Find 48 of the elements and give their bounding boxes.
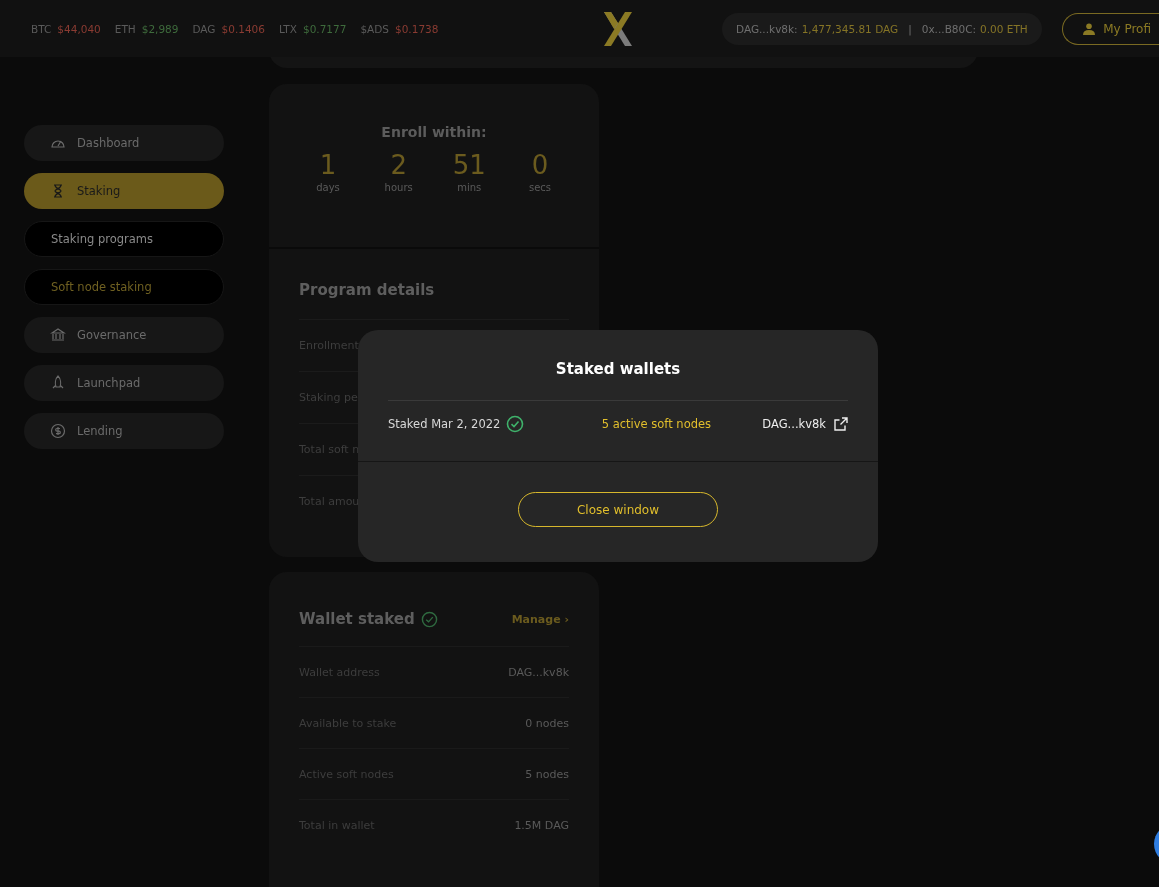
- ticker-price: $0.7177: [302, 22, 347, 35]
- detail-value: 5 nodes: [525, 767, 569, 781]
- rocket-icon: [50, 375, 66, 391]
- modal-title: Staked wallets: [388, 360, 848, 401]
- sidebar-item[interactable]: Dashboard: [24, 125, 224, 161]
- sidebar-item[interactable]: Launchpad: [24, 365, 224, 401]
- detail-value: DAG...kv8k: [508, 665, 569, 679]
- detail-value: 1.5M DAG: [514, 818, 569, 832]
- sidebar-item[interactable]: Staking: [24, 173, 224, 209]
- active-nodes-count: 5 active soft nodes: [601, 417, 712, 431]
- user-icon: [1083, 22, 1096, 35]
- section-title: Wallet staked: [299, 610, 415, 628]
- wallet-balance: 1,477,345.81 DAG: [801, 22, 899, 35]
- dollar-icon: [50, 423, 66, 439]
- ticker-symbol: LTX: [278, 22, 297, 35]
- ticker-symbol: ETH: [114, 22, 136, 35]
- wallet-address: 0x...B80C:: [921, 22, 977, 35]
- sidebar-item[interactable]: Soft node staking: [24, 269, 224, 305]
- ticker-price: $2,989: [141, 22, 179, 35]
- sidebar-item[interactable]: Staking programs: [24, 221, 224, 257]
- ticker-symbol: DAG: [192, 22, 216, 35]
- x-logo-icon[interactable]: [604, 11, 632, 46]
- ticker-price: $44,040: [57, 22, 101, 35]
- bank-icon: [50, 327, 66, 343]
- wallet-balance: 0.00 ETH: [980, 22, 1028, 35]
- sidebar-item[interactable]: Lending: [24, 413, 224, 449]
- ticker-symbol: BTC: [31, 22, 52, 35]
- countdown-value: 0: [531, 150, 549, 180]
- ticker-price: $0.1738: [395, 22, 439, 35]
- countdown-unit: mins: [457, 182, 482, 193]
- wallet-address: DAG...kv8k:: [736, 22, 798, 35]
- countdown-title: Enroll within:: [380, 124, 488, 140]
- countdown-value: 2: [390, 150, 407, 180]
- detail-value: 0 nodes: [525, 716, 569, 730]
- countdown-unit: hours: [384, 182, 413, 193]
- separator: |: [908, 22, 912, 35]
- stake-date: Staked Mar 2, 2022: [388, 417, 501, 431]
- countdown-value: 51: [452, 150, 486, 180]
- ticker-symbol: $ADS: [360, 22, 389, 35]
- section-title: Program details: [299, 281, 569, 320]
- manage-link[interactable]: Manage ›: [511, 612, 569, 626]
- sidebar-item[interactable]: Governance: [24, 317, 224, 353]
- ticker-price: $0.1406: [221, 22, 265, 35]
- countdown-unit: days: [316, 182, 340, 193]
- countdown-value: 1: [319, 150, 337, 180]
- countdown-unit: secs: [528, 182, 551, 193]
- wallet-address: DAG...kv8k: [762, 417, 826, 431]
- external-link-icon[interactable]: [834, 417, 848, 431]
